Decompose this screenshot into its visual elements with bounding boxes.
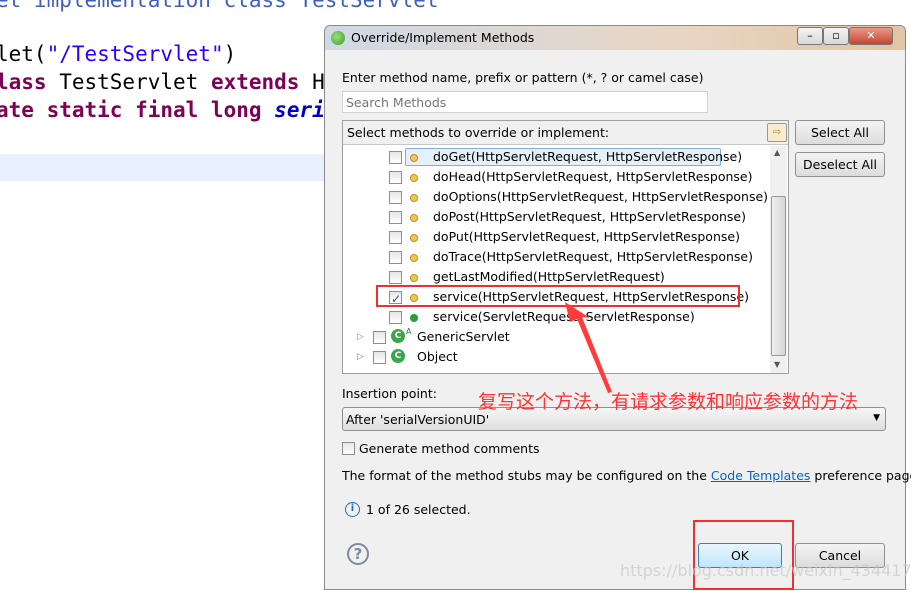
watermark: https://blog.csdn.net/weixin_43441790 [620, 561, 911, 580]
annotation-arrow [565, 302, 612, 393]
annotation-text: 复写这个方法，有请求参数和响应参数的方法 [478, 391, 859, 413]
arrow-shape [565, 302, 612, 393]
